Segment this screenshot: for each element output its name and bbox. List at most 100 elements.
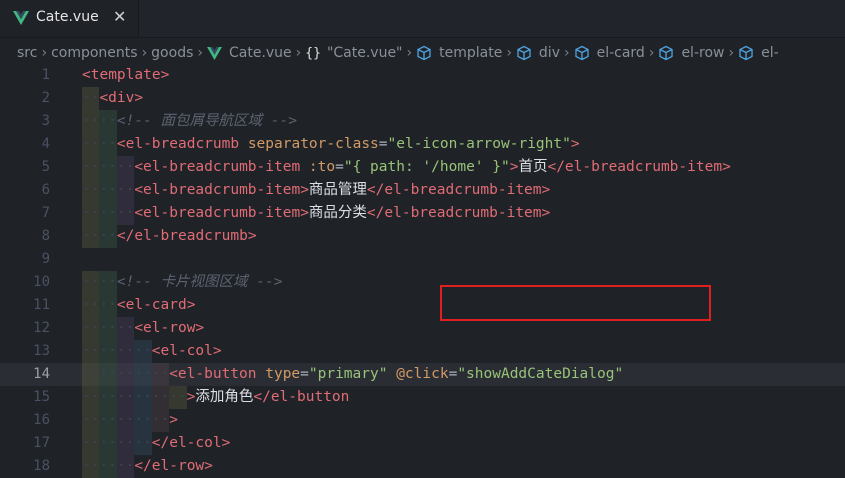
chevron-right-icon: ›	[197, 45, 203, 61]
code-text: </el-col>	[151, 435, 231, 451]
whitespace-dots: ······	[82, 458, 135, 474]
code-line[interactable]: 18 ······ </el-row>	[0, 455, 845, 478]
chevron-right-icon: ›	[141, 45, 148, 61]
code-text: <template>	[82, 67, 170, 83]
breadcrumb-item-template[interactable]: template	[416, 45, 502, 61]
cube-icon	[417, 45, 431, 61]
tab-title: Cate.vue	[36, 9, 99, 25]
line-number: 11	[33, 297, 50, 313]
code-line[interactable]: 2 ·· <div>	[0, 87, 845, 110]
whitespace-dots: ········	[82, 435, 152, 451]
whitespace-dots: ······	[82, 205, 135, 221]
code-text: <el-row>	[134, 320, 205, 336]
line-number: 18	[33, 458, 50, 474]
braces-icon: {}	[305, 45, 321, 61]
code-text: <!-- 卡片视图区域 -->	[116, 274, 283, 290]
whitespace-dots: ····	[82, 274, 117, 290]
whitespace-dots: ······	[82, 159, 135, 175]
breadcrumb-item-goods[interactable]: goods	[151, 45, 193, 61]
code-line[interactable]: 17 ········ </el-col>	[0, 432, 845, 455]
code-line[interactable]: 4 ···· <el-breadcrumb separator-class="el-…	[0, 133, 845, 156]
line-number: 16	[33, 412, 50, 428]
highlight-box	[440, 285, 711, 321]
chevron-right-icon: ›	[406, 45, 413, 61]
cube-icon	[574, 45, 589, 61]
code-line[interactable]: 6 ······ <el-breadcrumb-item>商品管理</el-brea…	[0, 179, 845, 202]
whitespace-dots: ····	[82, 113, 117, 129]
whitespace-dots: ········	[82, 343, 152, 359]
line-number: 5	[41, 159, 50, 175]
code-text: <el-breadcrumb-item>商品分类</el-breadcrumb-…	[134, 205, 551, 221]
line-number: 1	[41, 67, 50, 83]
code-text: <el-button type="primary" @click="showAd…	[169, 366, 624, 382]
whitespace-dots: ······	[82, 182, 135, 198]
code-text: <div>	[99, 90, 144, 106]
cube-icon	[517, 45, 531, 61]
code-line[interactable]: 14 ·········· <el-button type="primary" @c…	[0, 363, 845, 386]
close-icon[interactable]: ✕	[113, 8, 126, 26]
chevron-right-icon: ›	[295, 45, 302, 61]
cube-icon	[659, 45, 674, 61]
line-number: 14	[33, 366, 50, 382]
code-text: </el-breadcrumb>	[116, 228, 257, 244]
code-text: <el-card>	[116, 297, 196, 313]
chevron-right-icon: ›	[728, 45, 735, 61]
vue-file-icon	[13, 11, 29, 25]
chevron-right-icon: ›	[648, 45, 655, 61]
breadcrumb-item-div[interactable]: div	[516, 45, 560, 61]
chevron-right-icon: ›	[41, 45, 48, 61]
line-number: 7	[41, 205, 50, 221]
breadcrumb-item-el-row[interactable]: el-row	[658, 45, 724, 61]
whitespace-dots: ··	[82, 90, 100, 106]
line-number: 8	[41, 228, 50, 244]
code-line[interactable]: 3 ···· <!-- 面包屑导航区域 -->	[0, 110, 845, 133]
line-number: 17	[33, 435, 50, 451]
code-editor[interactable]: 1 <template> 2 ·· <div> 3 ···· <!-- 面包屑导航区域 -->…	[0, 64, 845, 478]
tab-bar: Cate.vue ✕	[0, 0, 845, 38]
code-line[interactable]: 11 ···· <el-card>	[0, 294, 845, 317]
line-number: 2	[41, 90, 50, 106]
vue-file-icon	[207, 46, 222, 60]
breadcrumb-item-src[interactable]: src	[17, 45, 37, 61]
line-number: 6	[41, 182, 50, 198]
code-text: </el-row>	[134, 458, 213, 474]
chevron-right-icon: ›	[506, 45, 512, 61]
tab-cate-vue[interactable]: Cate.vue ✕	[0, 0, 139, 37]
code-text: <el-breadcrumb separator-class="el-icon-…	[116, 136, 580, 152]
breadcrumb-item-cate-vue[interactable]: Cate.vue	[207, 45, 292, 61]
code-line[interactable]: 1 <template>	[0, 64, 845, 87]
code-line[interactable]: 5 ······ <el-breadcrumb-item :to="{ path: …	[0, 156, 845, 179]
breadcrumb-item-truncated[interactable]: el-	[738, 45, 779, 61]
code-text: >	[169, 412, 178, 428]
line-number: 12	[33, 320, 50, 336]
code-line[interactable]: 12 ······ <el-row>	[0, 317, 845, 340]
code-line[interactable]: 13 ········ <el-col>	[0, 340, 845, 363]
code-text: >添加角色</el-button	[186, 389, 350, 405]
whitespace-dots: ····	[82, 136, 117, 152]
line-number: 3	[41, 113, 50, 129]
line-number: 4	[41, 136, 50, 152]
breadcrumb-item-module[interactable]: {} "Cate.vue"	[305, 45, 402, 61]
code-line[interactable]: 15 ············ >添加角色</el-button	[0, 386, 845, 409]
code-line[interactable]: 8 ···· </el-breadcrumb>	[0, 225, 845, 248]
chevron-right-icon: ›	[563, 45, 570, 61]
code-line[interactable]: 9	[0, 248, 845, 271]
line-number: 10	[33, 274, 50, 290]
whitespace-dots: ······	[82, 320, 135, 336]
code-line[interactable]: 7 ······ <el-breadcrumb-item>商品分类</el-brea…	[0, 202, 845, 225]
code-text: <el-breadcrumb-item>商品管理</el-breadcrumb-…	[134, 182, 551, 198]
code-line[interactable]: 16 ·········· >	[0, 409, 845, 432]
code-line[interactable]: 10 ···· <!-- 卡片视图区域 -->	[0, 271, 845, 294]
line-number: 9	[41, 251, 50, 267]
code-text: <!-- 面包屑导航区域 -->	[116, 113, 297, 129]
line-number: 15	[33, 389, 50, 405]
breadcrumb-item-components[interactable]: components	[51, 45, 138, 61]
whitespace-dots: ············	[82, 389, 187, 405]
whitespace-dots: ··········	[82, 412, 170, 428]
whitespace-dots: ····	[82, 228, 117, 244]
code-text: <el-col>	[151, 343, 222, 359]
breadcrumb-item-el-card[interactable]: el-card	[574, 45, 645, 61]
cube-icon	[739, 45, 753, 61]
whitespace-dots: ····	[82, 297, 117, 313]
whitespace-dots: ··········	[82, 366, 170, 382]
